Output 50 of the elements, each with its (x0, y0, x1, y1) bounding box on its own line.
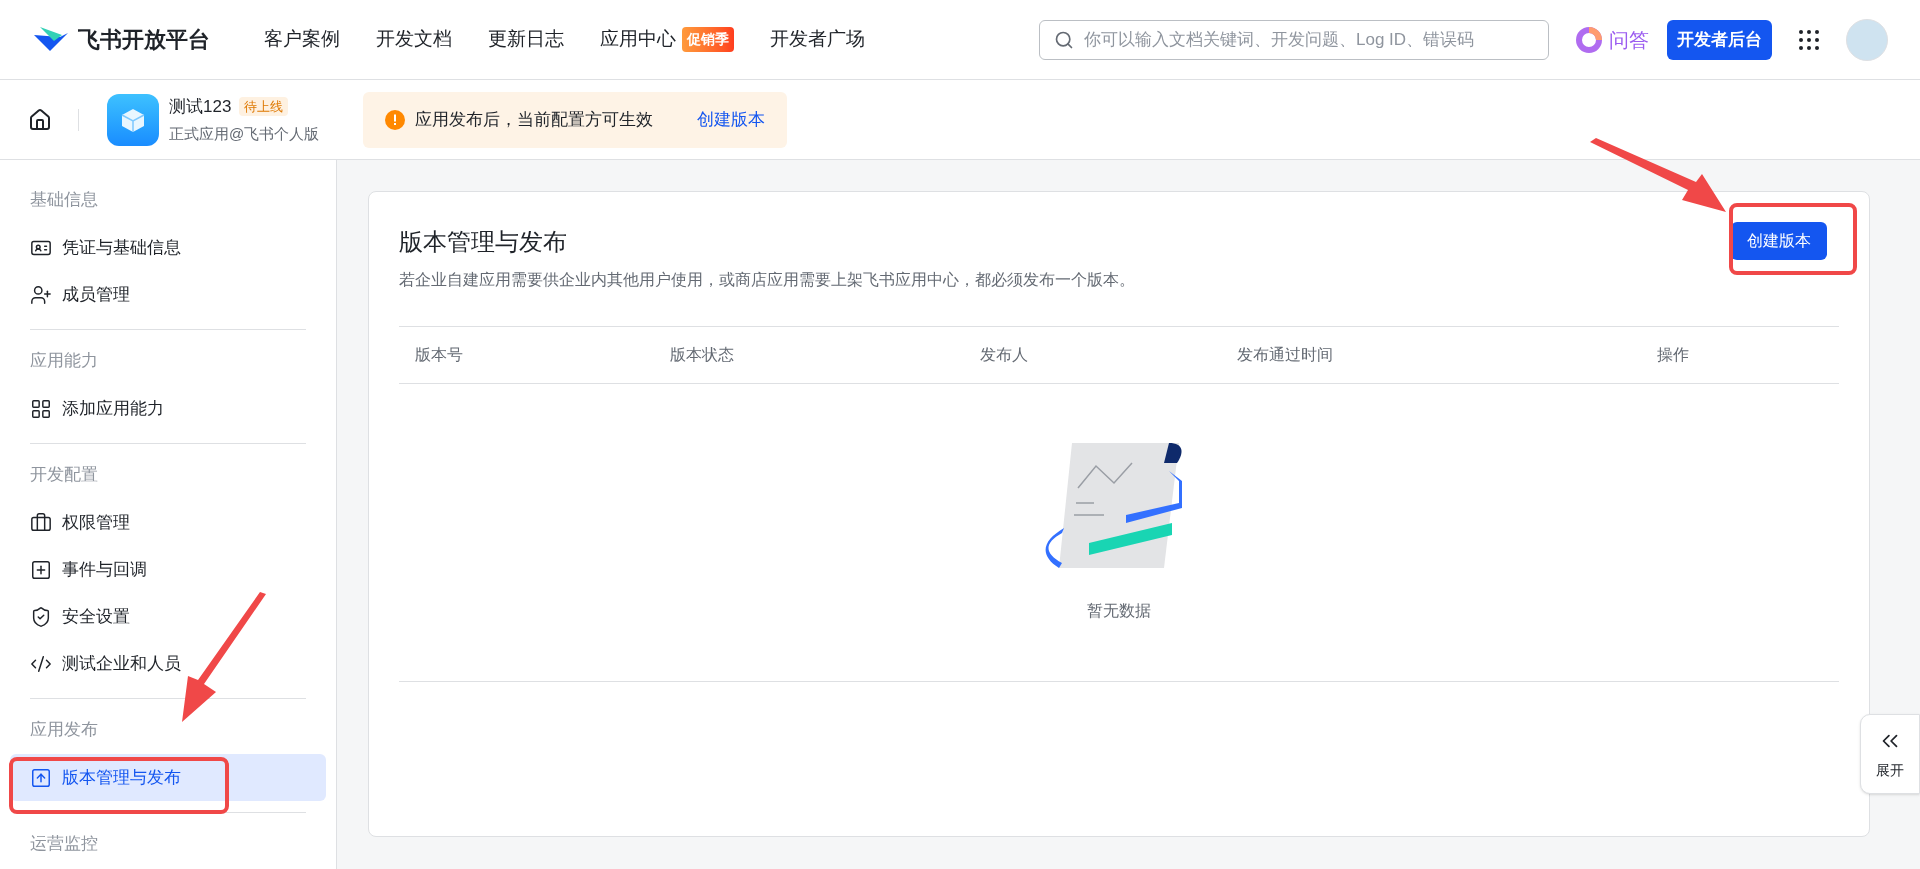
nav-link[interactable]: 开发者广场 (770, 25, 865, 54)
column-header: 操作 (1657, 346, 1689, 363)
nav-link[interactable]: 更新日志 (488, 25, 564, 54)
sidebar-group-title: 应用发布 (30, 720, 99, 740)
search-field[interactable]: 你可以输入文档关键词、开发问题、Log ID、错误码 (1039, 19, 1549, 60)
empty-state-text: 暂无数据 (1087, 600, 1151, 621)
sidebar-group-title: 应用能力 (30, 351, 99, 371)
sidebar-item[interactable]: 版本管理与发布 (10, 754, 326, 801)
home-icon[interactable] (28, 107, 52, 132)
column-header: 版本号 (415, 346, 463, 363)
logo-text[interactable]: 飞书开放平台 (78, 23, 210, 56)
sidebar-group-title: 基础信息 (30, 190, 99, 210)
briefcase-icon (30, 511, 52, 534)
expand-tab[interactable]: 展开 (1860, 714, 1920, 794)
nav-link[interactable]: 开发文档 (376, 25, 452, 54)
sidebar-item[interactable]: 成员管理 (10, 271, 326, 318)
app-name: 测试123 (169, 95, 232, 118)
search-icon (1054, 29, 1074, 50)
promo-badge: 促销季 (682, 27, 734, 52)
warning-icon (385, 109, 406, 130)
sidebar-item[interactable]: 安全设置 (10, 593, 326, 640)
create-version-link[interactable]: 创建版本 (697, 106, 766, 133)
qa-link[interactable]: 问答 (1609, 24, 1649, 55)
grid-plus-icon (30, 397, 52, 420)
upload-icon (30, 766, 52, 789)
column-header: 版本状态 (670, 346, 734, 363)
sidebar-group-title: 开发配置 (30, 465, 99, 485)
page-title: 版本管理与发布 (399, 227, 568, 257)
sidebar-item[interactable]: 权限管理 (10, 499, 326, 546)
app-icon (107, 93, 159, 146)
nav-link[interactable]: 应用中心 (600, 25, 676, 54)
column-header: 发布通过时间 (1237, 346, 1333, 363)
sidebar-item[interactable]: 凭证与基础信息 (10, 224, 326, 271)
sidebar-item[interactable]: 添加应用能力 (10, 385, 326, 432)
console-button[interactable]: 开发者后台 (1667, 19, 1772, 60)
create-version-button[interactable]: 创建版本 (1731, 222, 1827, 260)
sidebar-group-title: 运营监控 (30, 834, 99, 854)
status-badge: 待上线 (239, 96, 289, 116)
plus-square-icon (30, 558, 52, 581)
ring-logo-icon (1575, 25, 1603, 54)
notice-text: 应用发布后，当前配置方可生效 (415, 108, 654, 131)
page-description: 若企业自建应用需要供企业内其他用户使用，或商店应用需要上架飞书应用中心，都必须发布一个版本。 (399, 270, 1135, 290)
sidebar-item[interactable]: 测试企业和人员 (10, 640, 326, 687)
shield-check-icon (30, 605, 52, 628)
user-plus-icon (30, 283, 52, 306)
apps-grid-icon[interactable] (1798, 28, 1820, 51)
nav-link[interactable]: 客户案例 (264, 25, 340, 54)
column-header: 发布人 (980, 346, 1028, 363)
app-type: 正式应用@飞书个人版 (169, 124, 320, 144)
sidebar-item[interactable]: 事件与回调 (10, 546, 326, 593)
